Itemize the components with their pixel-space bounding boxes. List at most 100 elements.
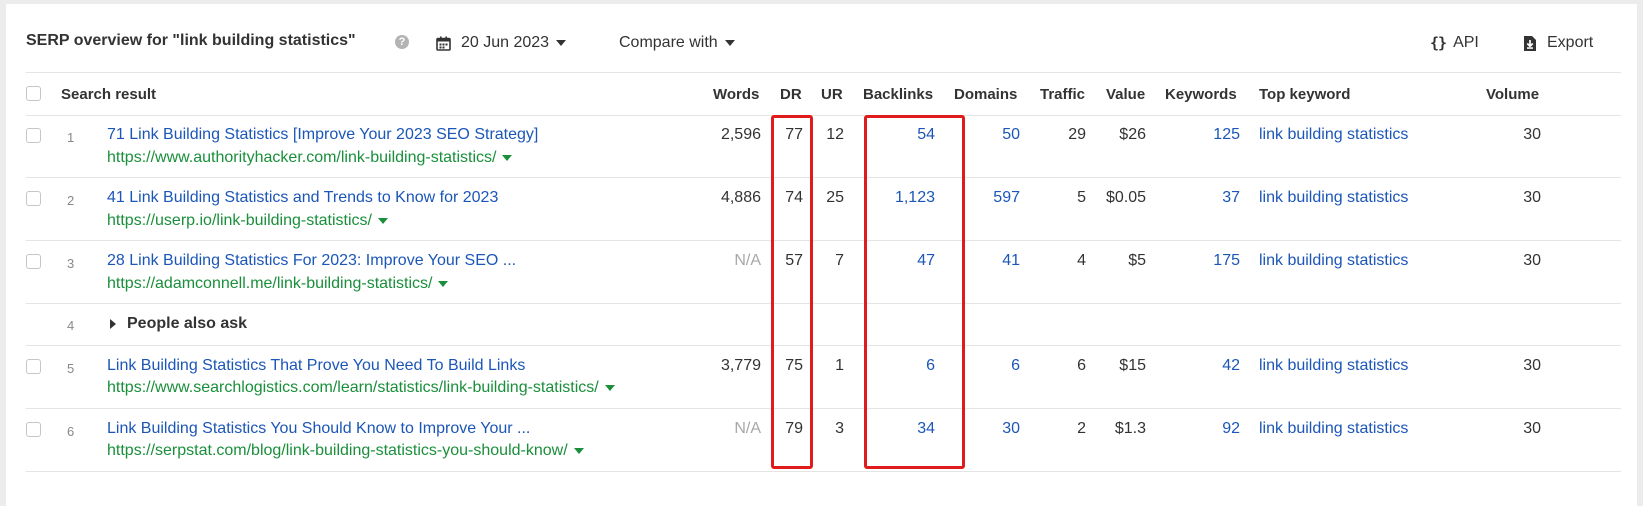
top-keyword-link[interactable]: link building statistics: [1259, 357, 1408, 375]
result-title-link[interactable]: 41 Link Building Statistics and Trends t…: [107, 189, 498, 207]
volume-value: 30: [1523, 189, 1541, 206]
words-value: N/A: [734, 252, 761, 269]
keywords-link[interactable]: 37: [1166, 189, 1240, 207]
select-all-checkbox[interactable]: [26, 86, 41, 101]
date-picker[interactable]: 20 Jun 2023: [436, 32, 567, 54]
divider: [26, 72, 1621, 73]
result-url-link[interactable]: https://www.authorityhacker.com/link-bui…: [107, 149, 513, 167]
row-position: 2: [67, 193, 75, 208]
compare-with-dropdown[interactable]: Compare with: [619, 32, 735, 54]
domains-link[interactable]: 597: [956, 189, 1020, 207]
result-url: https://adamconnell.me/link-building-sta…: [107, 275, 433, 292]
row-checkbox[interactable]: [26, 359, 41, 374]
ur-value: 7: [835, 252, 844, 269]
chevron-down-icon: [724, 40, 735, 46]
col-volume[interactable]: Volume: [1486, 86, 1539, 103]
ur-value: 12: [826, 126, 844, 143]
value-value: $1.3: [1114, 420, 1146, 437]
result-url-link[interactable]: https://adamconnell.me/link-building-sta…: [107, 275, 449, 293]
keywords-link[interactable]: 125: [1166, 126, 1240, 144]
chevron-down-icon[interactable]: [604, 384, 615, 391]
value-value: $5: [1128, 252, 1146, 269]
row-position: 6: [67, 424, 75, 439]
result-url-link[interactable]: https://serpstat.com/blog/link-building-…: [107, 442, 584, 460]
col-top-keyword[interactable]: Top keyword: [1259, 86, 1350, 103]
result-title-link[interactable]: Link Building Statistics You Should Know…: [107, 420, 530, 438]
result-url-link[interactable]: https://userp.io/link-building-statistic…: [107, 212, 388, 230]
col-domains[interactable]: Domains: [954, 86, 1017, 103]
divider: [26, 177, 1621, 178]
result-title-link[interactable]: Link Building Statistics That Prove You …: [107, 357, 525, 375]
people-also-ask-toggle[interactable]: People also ask: [110, 315, 247, 333]
col-search-result[interactable]: Search result: [61, 86, 156, 103]
volume-value: 30: [1523, 357, 1541, 374]
chevron-down-icon[interactable]: [502, 154, 513, 161]
row-checkbox[interactable]: [26, 191, 41, 206]
top-keyword-link[interactable]: link building statistics: [1259, 420, 1408, 438]
top-keyword-link[interactable]: link building statistics: [1259, 189, 1408, 207]
result-title-link[interactable]: 71 Link Building Statistics [Improve You…: [107, 126, 538, 144]
keywords-link[interactable]: 92: [1166, 420, 1240, 438]
traffic-value: 2: [1077, 420, 1086, 437]
dr-column-highlight: [771, 115, 813, 469]
row-checkbox[interactable]: [26, 254, 41, 269]
value-value: $0.05: [1105, 189, 1146, 206]
row-checkbox[interactable]: [26, 128, 41, 143]
braces-icon: {}: [1430, 34, 1447, 52]
row-position: 4: [67, 318, 75, 333]
col-words[interactable]: Words: [713, 86, 759, 103]
row-position: 5: [67, 361, 75, 376]
volume-value: 30: [1523, 252, 1541, 269]
result-url: https://www.authorityhacker.com/link-bui…: [107, 149, 497, 166]
top-keyword-link[interactable]: link building statistics: [1259, 252, 1408, 270]
export-label: Export: [1547, 34, 1594, 51]
export-button[interactable]: Export: [1522, 32, 1593, 54]
traffic-value: 4: [1077, 252, 1086, 269]
keywords-link[interactable]: 42: [1166, 357, 1240, 375]
calendar-icon: [436, 36, 451, 51]
words-value: 3,779: [720, 357, 761, 374]
row-position: 3: [67, 256, 75, 271]
domains-link[interactable]: 30: [956, 420, 1020, 438]
divider: [26, 115, 1621, 116]
domains-link[interactable]: 41: [956, 252, 1020, 270]
volume-value: 30: [1523, 420, 1541, 437]
col-keywords[interactable]: Keywords: [1165, 86, 1237, 103]
col-backlinks[interactable]: Backlinks: [863, 86, 933, 103]
chevron-down-icon[interactable]: [573, 447, 584, 454]
col-traffic[interactable]: Traffic: [1040, 86, 1085, 103]
traffic-value: 6: [1077, 357, 1086, 374]
row-checkbox[interactable]: [26, 422, 41, 437]
result-url: https://userp.io/link-building-statistic…: [107, 212, 372, 229]
words-value: N/A: [734, 420, 761, 437]
chevron-down-icon[interactable]: [438, 280, 449, 287]
col-value[interactable]: Value: [1106, 86, 1145, 103]
value-value: $15: [1119, 357, 1146, 374]
result-url-link[interactable]: https://www.searchlogistics.com/learn/st…: [107, 379, 615, 397]
col-ur[interactable]: UR: [821, 86, 843, 103]
keywords-link[interactable]: 175: [1166, 252, 1240, 270]
traffic-value: 29: [1068, 126, 1086, 143]
top-keyword-link[interactable]: link building statistics: [1259, 126, 1408, 144]
backlinks-column-highlight: [864, 115, 965, 469]
result-url: https://www.searchlogistics.com/learn/st…: [107, 379, 599, 396]
result-url: https://serpstat.com/blog/link-building-…: [107, 442, 568, 459]
result-title-link[interactable]: 28 Link Building Statistics For 2023: Im…: [107, 252, 516, 270]
value-value: $26: [1119, 126, 1146, 143]
divider: [26, 345, 1621, 346]
domains-link[interactable]: 6: [956, 357, 1020, 375]
help-icon[interactable]: ?: [395, 35, 409, 49]
api-button[interactable]: {} API: [1430, 32, 1479, 54]
ur-value: 25: [826, 189, 844, 206]
ur-value: 3: [835, 420, 844, 437]
words-value: 4,886: [720, 189, 761, 206]
divider: [26, 240, 1621, 241]
export-icon: [1524, 35, 1536, 51]
serp-header: SERP overview for "link building statist…: [6, 4, 1637, 74]
col-dr[interactable]: DR: [780, 86, 802, 103]
date-value: 20 Jun 2023: [461, 34, 550, 51]
ur-value: 1: [835, 357, 844, 374]
chevron-down-icon[interactable]: [378, 217, 388, 224]
divider: [26, 408, 1621, 409]
domains-link[interactable]: 50: [956, 126, 1020, 144]
